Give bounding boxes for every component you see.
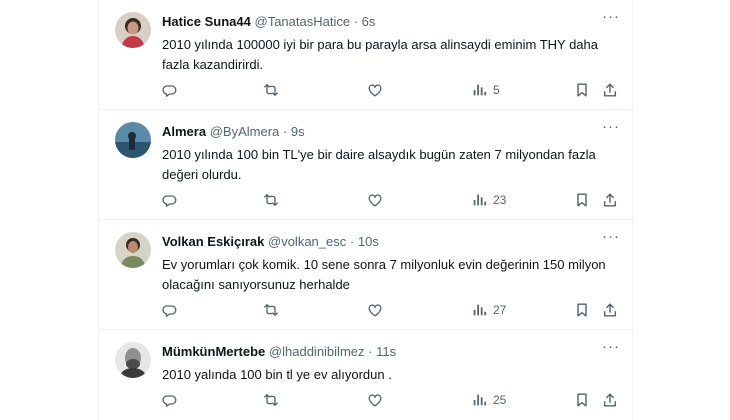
display-name[interactable]: Almera	[162, 124, 206, 139]
share-icon	[603, 393, 617, 407]
avatar[interactable]	[115, 342, 151, 378]
views-count: 23	[493, 193, 507, 207]
retweet-button[interactable]	[263, 300, 279, 320]
share-button[interactable]	[602, 390, 618, 410]
action-bar: 5	[162, 80, 622, 100]
separator-dot: ·	[368, 344, 373, 359]
action-bar: 27	[162, 300, 622, 320]
reply-button[interactable]	[162, 390, 178, 410]
retweet-button[interactable]	[263, 390, 279, 410]
bookmark-button[interactable]	[574, 390, 590, 410]
user-handle[interactable]: @TanatasHatice	[255, 14, 351, 29]
share-button[interactable]	[602, 80, 618, 100]
like-button[interactable]	[367, 300, 383, 320]
tweet-header: Volkan Eskiçırak @volkan_esc · 10s	[162, 234, 594, 250]
reply-button[interactable]	[162, 80, 178, 100]
avatar[interactable]	[115, 232, 151, 268]
like-icon	[368, 84, 382, 97]
retweet-icon	[264, 194, 278, 206]
views-icon	[473, 304, 487, 316]
like-icon	[368, 304, 382, 317]
retweet-button[interactable]	[263, 80, 279, 100]
views-count: 25	[493, 393, 507, 407]
share-icon	[603, 83, 617, 97]
views-button[interactable]: 5	[471, 80, 500, 100]
views-button[interactable]: 25	[471, 390, 506, 410]
timestamp[interactable]: 9s	[291, 124, 305, 139]
views-button[interactable]: 27	[471, 300, 506, 320]
more-options-icon[interactable]: ···	[602, 9, 620, 28]
bookmark-icon	[577, 393, 587, 407]
bookmark-button[interactable]	[574, 300, 590, 320]
reply-icon	[162, 305, 177, 317]
action-bar: 23	[162, 190, 622, 210]
display-name[interactable]: Hatice Suna44	[162, 14, 251, 29]
separator-dot: ·	[282, 124, 288, 139]
retweet-icon	[264, 393, 278, 407]
tweet-text: Ev yorumları çok komik. 10 sene sonra 7 …	[162, 257, 606, 292]
like-button[interactable]	[367, 190, 383, 210]
like-button[interactable]	[367, 390, 383, 410]
display-name[interactable]: Volkan Eskiçırak	[162, 234, 264, 249]
views-count: 5	[493, 83, 500, 97]
bookmark-icon	[577, 303, 587, 317]
action-bar: 25	[162, 390, 622, 410]
tweet-header: Almera @ByAlmera · 9s	[162, 124, 594, 140]
views-button[interactable]: 23	[471, 190, 506, 210]
bookmark-icon	[577, 83, 587, 97]
reply-icon	[162, 85, 177, 97]
views-icon	[473, 84, 487, 96]
user-handle[interactable]: @ByAlmera	[210, 124, 280, 139]
tweet[interactable]: Almera @ByAlmera · 9s ··· 2010 yılında 1…	[99, 110, 634, 220]
tweet[interactable]: Volkan Eskiçırak @volkan_esc · 10s ··· E…	[99, 220, 634, 330]
bookmark-button[interactable]	[574, 190, 590, 210]
reply-icon	[162, 395, 177, 407]
user-handle[interactable]: @volkan_esc	[268, 234, 346, 249]
like-icon	[368, 394, 382, 407]
timestamp[interactable]: 6s	[362, 14, 376, 29]
timestamp[interactable]: 11s	[376, 344, 396, 359]
more-options-icon[interactable]: ···	[602, 339, 620, 358]
tweet-text: 2010 yılında 100 bin TL'ye bir daire als…	[162, 147, 596, 182]
tweet-text: 2010 yalında 100 bin tl ye ev alıyordun …	[162, 367, 392, 382]
tweet-text: 2010 yılında 100000 iyi bir para bu para…	[162, 37, 599, 72]
display-name[interactable]: MümkünMertebe	[162, 344, 265, 359]
like-icon	[368, 194, 382, 207]
separator-dot: ·	[353, 14, 359, 29]
bookmark-icon	[577, 193, 587, 207]
avatar[interactable]	[115, 122, 151, 158]
share-button[interactable]	[602, 190, 618, 210]
retweet-icon	[264, 303, 278, 317]
reply-button[interactable]	[162, 300, 178, 320]
bookmark-button[interactable]	[574, 80, 590, 100]
tweet-header: MümkünMertebe @lhaddinibilmez · 11s	[162, 344, 594, 360]
reply-icon	[162, 195, 177, 207]
share-icon	[603, 193, 617, 207]
tweet[interactable]: Hatice Suna44 @TanatasHatice · 6s ··· 20…	[99, 0, 634, 110]
retweet-button[interactable]	[263, 190, 279, 210]
tweet-header: Hatice Suna44 @TanatasHatice · 6s	[162, 14, 594, 30]
more-options-icon[interactable]: ···	[602, 119, 620, 138]
avatar[interactable]	[115, 12, 151, 48]
share-icon	[603, 303, 617, 317]
user-handle[interactable]: @lhaddinibilmez	[269, 344, 365, 359]
retweet-icon	[264, 83, 278, 97]
tweet-feed: Hatice Suna44 @TanatasHatice · 6s ··· 20…	[98, 0, 634, 420]
tweet[interactable]: MümkünMertebe @lhaddinibilmez · 11s ··· …	[99, 330, 634, 420]
views-icon	[473, 194, 487, 206]
more-options-icon[interactable]: ···	[602, 229, 620, 248]
share-button[interactable]	[602, 300, 618, 320]
separator-dot: ·	[349, 234, 355, 249]
views-icon	[473, 394, 487, 406]
like-button[interactable]	[367, 80, 383, 100]
reply-button[interactable]	[162, 190, 178, 210]
timestamp[interactable]: 10s	[358, 234, 379, 249]
views-count: 27	[493, 303, 507, 317]
